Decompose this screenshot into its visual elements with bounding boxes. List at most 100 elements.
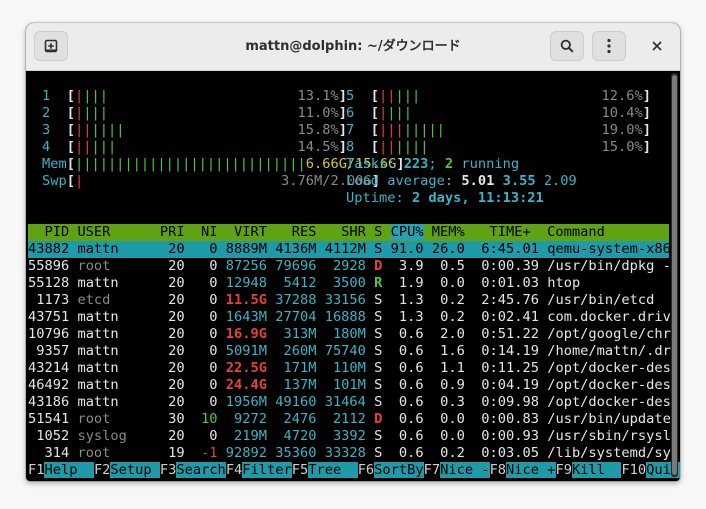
pid: 9357 (28, 343, 78, 359)
cpu-meter-7: 7 [|||||||| 19.0%] (346, 122, 651, 138)
uptime: Uptime: 2 days, 11:13:21 (346, 190, 544, 206)
process-row[interactable]: 9357 mattn 20 0 5091M 260M 75740 S 0.6 1… (28, 343, 671, 360)
command: /opt/docker-des (547, 394, 671, 410)
shr: 31464 (324, 394, 375, 410)
fkey-label: Kill (571, 462, 622, 478)
user: mattn (77, 275, 160, 291)
process-row[interactable]: 51541 root 30 10 9272 2476 2112 D 0.6 0.… (28, 411, 671, 428)
fkey-f3[interactable]: F3Search (160, 462, 226, 478)
fkey-f6[interactable]: F6SortBy (358, 462, 424, 478)
nice: 0 (192, 275, 226, 291)
fkey-label: Nice - (440, 462, 490, 478)
process-row[interactable]: 43751 mattn 20 0 1643M 27704 16888 S 1.3… (28, 309, 671, 326)
process-row[interactable]: 10796 mattn 20 0 16.9G 313M 180M S 0.6 2… (28, 326, 671, 343)
process-row[interactable]: 46492 mattn 20 0 24.4G 137M 101M S 0.6 0… (28, 377, 671, 394)
cpu-meter-5: 5 [||||| 12.6%] (346, 88, 651, 104)
shr: 2112 (324, 411, 375, 427)
time: 0:00.39 (473, 258, 548, 274)
fkey-f2[interactable]: F2Setup (94, 462, 160, 478)
priority: 20 (159, 292, 193, 308)
nice: -1 (192, 445, 226, 461)
cpu-meter-2: 2 [|||| 11.0%] (42, 105, 347, 121)
fkey-f9[interactable]: F9Kill (556, 462, 622, 478)
res: 137M (275, 377, 325, 393)
fkey-f5[interactable]: F5Tree (292, 462, 358, 478)
pid: 55896 (28, 258, 78, 274)
menu-button[interactable] (592, 31, 626, 61)
virt: 8889M (225, 241, 276, 257)
cpu-id: 1 (42, 88, 67, 104)
command: /lib/systemd/sy (547, 445, 671, 461)
virt: 87256 (225, 258, 276, 274)
cpu-percent: 15.0% (428, 139, 643, 155)
search-icon (560, 39, 574, 53)
priority: 20 (159, 241, 193, 257)
state: S (374, 343, 391, 359)
mem-percent: 0.0 (431, 428, 474, 444)
priority: 19 (159, 445, 193, 461)
shr: 2928 (324, 258, 375, 274)
nice: 0 (192, 343, 226, 359)
fkey-number: F10 (621, 462, 647, 478)
command: /usr/bin/update (547, 411, 671, 427)
user: etcd (77, 292, 160, 308)
close-button[interactable] (642, 31, 672, 61)
time: 2:45.76 (473, 292, 548, 308)
fkey-f4[interactable]: F4Filter (226, 462, 292, 478)
mem-percent: 0.2 (431, 309, 474, 325)
shr: 33156 (324, 292, 375, 308)
time: 0:03.05 (473, 445, 548, 461)
virt: 24.4G (225, 377, 276, 393)
virt: 22.5G (225, 360, 276, 376)
shr: 3500 (324, 275, 375, 291)
priority: 20 (159, 309, 193, 325)
process-row[interactable]: 1052 syslog 20 0 219M 4720 3392 S 0.6 0.… (28, 428, 671, 445)
cpu-meter-6: 6 [|||| 10.4%] (346, 105, 651, 121)
res: 2476 (275, 411, 325, 427)
cpu-bar-user: |||| (395, 139, 429, 155)
pid: 51541 (28, 411, 78, 427)
cpu-percent: 11.0% (107, 105, 339, 121)
cpu-percent: 1.9 (390, 275, 432, 291)
scrollbar[interactable] (671, 73, 678, 477)
process-row[interactable]: 1173 etcd 20 0 11.5G 37288 33156 S 1.3 0… (28, 292, 669, 309)
search-button[interactable] (550, 31, 584, 61)
time: 0:04.19 (473, 377, 548, 393)
fkey-f7[interactable]: F7Nice - (424, 462, 490, 478)
shr: 4112M (324, 241, 375, 257)
nice: 0 (192, 258, 226, 274)
cpu-bar-user: ||| (387, 105, 412, 121)
fkey-f1[interactable]: F1Help (28, 462, 94, 478)
priority: 20 (159, 394, 193, 410)
command: /usr/bin/dpkg - (547, 258, 671, 274)
virt: 12948 (225, 275, 276, 291)
priority: 30 (159, 411, 193, 427)
command: qemu-system-x86 (547, 241, 671, 257)
scroll-thumb[interactable] (672, 75, 677, 475)
user: mattn (77, 241, 160, 257)
nice: 0 (192, 241, 226, 257)
state: D (374, 411, 391, 427)
process-row[interactable]: 55896 root 20 0 87256 79696 2928 D 3.9 0… (28, 258, 671, 275)
process-row[interactable]: 43882 mattn 20 0 8889M 4136M 4112M S 91.… (28, 241, 671, 258)
process-row[interactable]: 314 root 19 -1 92892 35360 33328 S 0.6 0… (28, 445, 671, 462)
command: htop (547, 275, 581, 291)
res: 313M (275, 326, 325, 342)
fkey-number: F5 (291, 462, 309, 478)
process-table-header[interactable]: PID USER PRI NI VIRT RES SHR S CPU% MEM%… (28, 224, 669, 241)
nice: 0 (192, 326, 226, 342)
cpu-bar-user: ||||| (403, 122, 445, 138)
time: 0:51.22 (473, 326, 548, 342)
pid: 43751 (28, 309, 78, 325)
priority: 20 (159, 326, 193, 342)
process-row[interactable]: 55128 mattn 20 0 12948 5412 3500 R 1.9 0… (28, 275, 669, 292)
process-row[interactable]: 43214 mattn 20 0 22.5G 171M 110M S 0.6 1… (28, 360, 671, 377)
shr: 16888 (324, 309, 375, 325)
fkey-f8[interactable]: F8Nice + (490, 462, 556, 478)
mem-percent: 26.0 (431, 241, 474, 257)
user: root (77, 411, 160, 427)
htop-terminal[interactable]: 1 [|||| 13.1%] 2 [|||| 11.0%] 3 [|||||| 15… (28, 71, 680, 479)
command: /home/mattn/.dr (547, 343, 671, 359)
nice: 0 (192, 292, 226, 308)
process-row[interactable]: 43186 mattn 20 0 1956M 49160 31464 S 0.6… (28, 394, 671, 411)
